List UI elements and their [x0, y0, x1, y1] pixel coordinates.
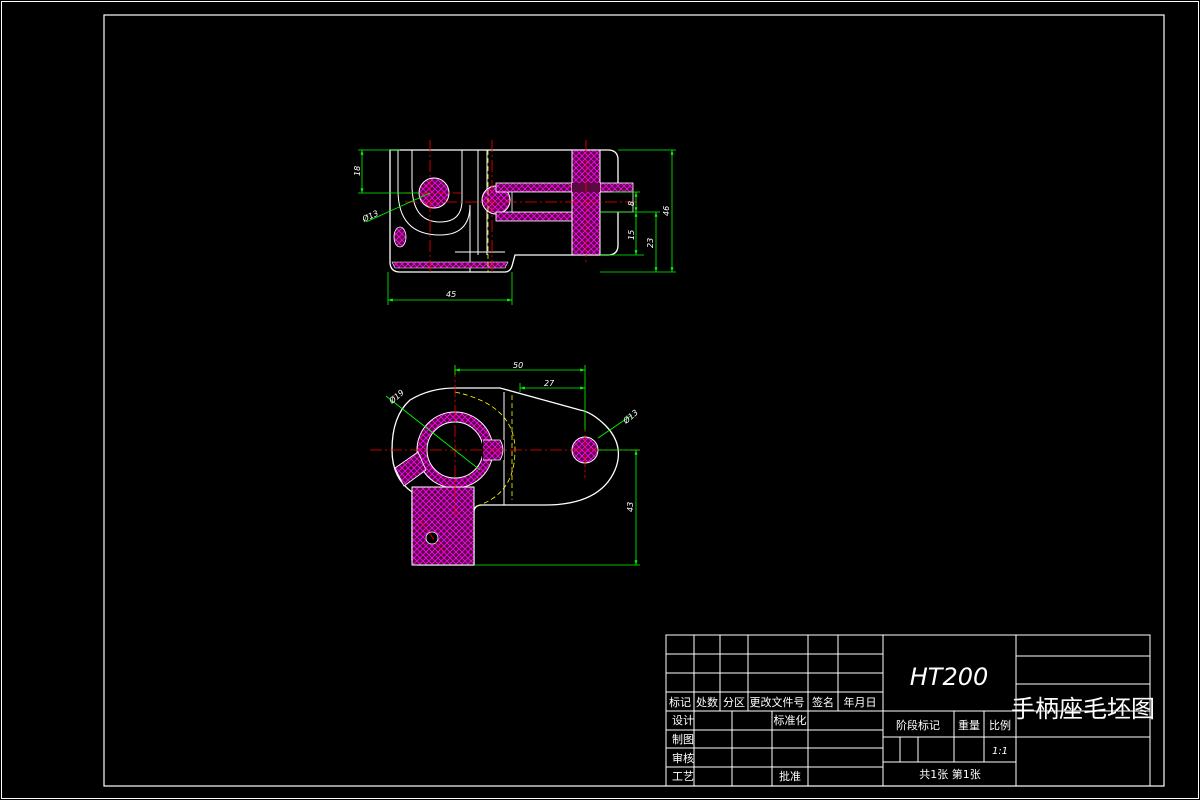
- top-lower-arm: [411, 486, 475, 566]
- dim-hole-dia: Ø13: [360, 208, 380, 224]
- row-standard-label: 标准化: [774, 713, 807, 727]
- row-check-label: 审核: [672, 751, 694, 765]
- dim-slot-width: 8: [627, 201, 636, 206]
- dim-offset: 27: [544, 379, 555, 388]
- row-drawn-label: 制图: [672, 733, 694, 746]
- dim-center-distance: 50: [513, 361, 523, 370]
- dim-base-length: 45: [446, 290, 456, 299]
- dim-height-top: 18: [353, 166, 362, 176]
- row-approve-label: 批准: [779, 769, 801, 783]
- row-design-label: 设计: [672, 714, 694, 727]
- dim-end-hole-dia: Ø13: [620, 407, 640, 426]
- outer-border: [1, 1, 1199, 799]
- rev-header-count: 处数: [696, 696, 718, 709]
- scale-value: 1:1: [992, 746, 1008, 757]
- weight-label: 重量: [958, 718, 980, 732]
- inner-border: [103, 14, 1165, 787]
- cad-drawing-canvas: 18 Ø13 8 15 23 46 45 50 27 Ø19 Ø13 43 HT…: [1, 1, 1199, 799]
- top-view: 50 27 Ø19 Ø13 43: [370, 361, 640, 566]
- dim-total-height: 46: [662, 206, 671, 216]
- rev-header-sign: 签名: [812, 695, 834, 709]
- sheet-count: 共1张 第1张: [919, 767, 981, 781]
- drawing-name: 手柄座毛坯图: [1011, 695, 1155, 723]
- dim-boss-dia: Ø19: [386, 387, 406, 406]
- rev-header-zone: 分区: [723, 696, 745, 709]
- front-view: 18 Ø13 8 15 23 46 45: [353, 140, 676, 305]
- rev-header-date: 年月日: [844, 695, 877, 709]
- rev-header-docno: 更改文件号: [750, 695, 805, 709]
- dim-depth: 43: [626, 502, 635, 512]
- material-label: HT200: [910, 663, 989, 691]
- dim-lower-height: 23: [646, 238, 655, 248]
- row-process-label: 工艺: [672, 770, 694, 783]
- stage-mark-label: 阶段标记: [896, 718, 940, 732]
- title-block-text: HT200 手柄座毛坯图 标记 处数 分区 更改文件号 签名 年月日 设计 标准…: [669, 663, 1155, 783]
- dim-slot-offset: 15: [627, 230, 636, 240]
- scale-label: 比例: [989, 718, 1011, 732]
- rev-header-mark: 标记: [669, 695, 691, 709]
